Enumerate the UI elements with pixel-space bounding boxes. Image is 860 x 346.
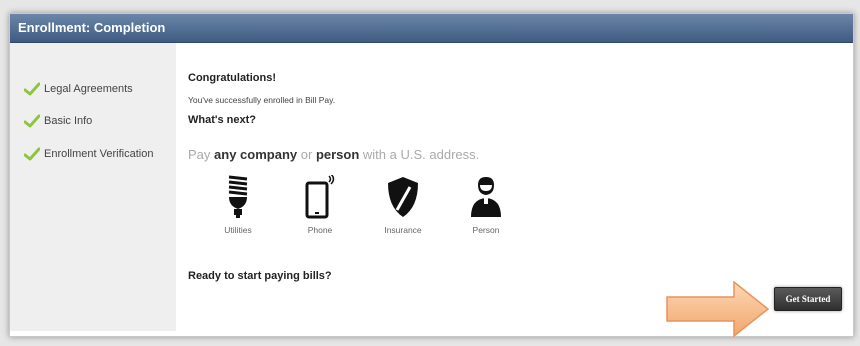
congrats-heading: Congratulations! xyxy=(188,72,276,84)
pay-word: Pay xyxy=(188,147,211,162)
sidebar-step-legal-agreements: Legal Agreements xyxy=(24,81,133,97)
person-text: person xyxy=(315,147,360,162)
phone-icon xyxy=(305,175,335,219)
sidebar-step-enrollment-verification: Enrollment Verification xyxy=(24,146,153,162)
step-label: Legal Agreements xyxy=(44,83,133,95)
person-icon xyxy=(471,177,501,217)
checkmark-icon xyxy=(24,147,40,161)
payee-person: Person xyxy=(459,175,513,235)
address-text: with a U.S. address. xyxy=(362,147,480,162)
any-company-text: any company xyxy=(214,147,298,162)
get-started-button[interactable]: Get Started xyxy=(774,287,842,311)
sidebar: Legal Agreements Basic Info Enrollment V… xyxy=(10,43,176,331)
whats-next-heading: What's next? xyxy=(188,114,257,126)
payee-label: Person xyxy=(472,225,500,235)
ready-heading: Ready to start paying bills? xyxy=(188,270,332,282)
payee-label: Phone xyxy=(307,225,333,235)
payee-insurance: Insurance xyxy=(376,175,430,235)
pay-description: Pay any company or person with a U.S. ad… xyxy=(188,147,479,162)
page-title: Enrollment: Completion xyxy=(18,20,166,35)
or-word: or xyxy=(300,147,313,162)
lightbulb-icon xyxy=(228,175,248,218)
payee-utilities: Utilities xyxy=(211,175,265,235)
payee-phone: Phone xyxy=(293,175,347,235)
payee-label: Insurance xyxy=(384,225,422,235)
checkmark-icon xyxy=(24,114,40,128)
payee-label: Utilities xyxy=(224,225,252,235)
step-label: Enrollment Verification xyxy=(44,148,154,160)
shield-icon xyxy=(388,177,418,217)
panel-header: Enrollment: Completion xyxy=(10,14,853,43)
enrollment-panel: Enrollment: Completion Legal Agreements … xyxy=(9,13,854,337)
checkmark-icon xyxy=(24,82,40,96)
sidebar-step-basic-info: Basic Info xyxy=(24,113,92,129)
pointer-arrow-icon xyxy=(666,281,770,337)
step-label: Basic Info xyxy=(44,115,93,127)
enrolled-message: You've successfully enrolled in Bill Pay… xyxy=(188,95,336,105)
